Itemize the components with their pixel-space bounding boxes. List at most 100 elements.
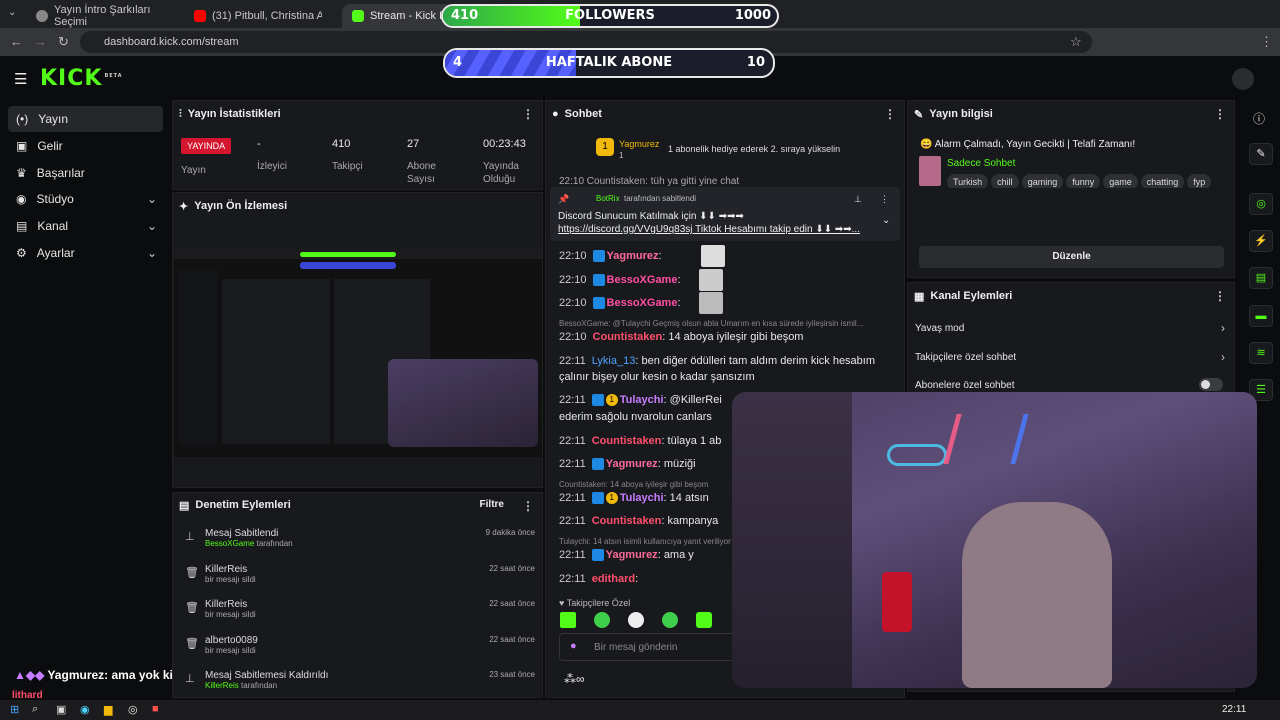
kebab-icon[interactable]: ⋮ bbox=[1214, 107, 1226, 121]
chat-message[interactable]: 22:10 Yagmurez: bbox=[559, 245, 725, 267]
broadcast-icon[interactable]: ≋ bbox=[1249, 342, 1273, 364]
tag[interactable]: gaming bbox=[1021, 174, 1064, 188]
sidebar-item-gelir[interactable]: ▣ Gelir bbox=[8, 133, 163, 159]
chat-settings-icon[interactable]: ⁂∞ bbox=[564, 672, 585, 686]
record-icon[interactable]: ◎ bbox=[1249, 193, 1273, 215]
tag[interactable]: game bbox=[1103, 174, 1138, 188]
emote-button[interactable] bbox=[628, 612, 644, 628]
subs-only-toggle[interactable] bbox=[1199, 378, 1223, 391]
app-icon[interactable]: ■ bbox=[152, 703, 159, 715]
kebab-icon[interactable]: ⋮ bbox=[880, 194, 889, 205]
reply-context: Tulaychi: 14 atsın isimli kullanıcıya ya… bbox=[559, 537, 731, 546]
emote-button[interactable] bbox=[696, 612, 712, 628]
tag[interactable]: chatting bbox=[1140, 174, 1185, 188]
kebab-icon[interactable]: ⋮ bbox=[884, 107, 896, 121]
chat-message[interactable]: 22:10 BessoXGame: bbox=[559, 292, 723, 314]
kebab-icon[interactable]: ⋮ bbox=[522, 499, 534, 513]
browser-tab-2[interactable]: (31) Pitbull, Christina Aguil... bbox=[184, 4, 339, 28]
kick-favicon-icon bbox=[352, 10, 364, 22]
tag[interactable]: funny bbox=[1066, 174, 1101, 188]
browser-tab-3[interactable]: Stream - Kick Dashboa... bbox=[342, 4, 452, 28]
broadcast-icon: (•) bbox=[16, 112, 29, 126]
slow-mode-row[interactable]: Yavaş mod › bbox=[915, 321, 1225, 335]
document-icon[interactable]: ▤ bbox=[1249, 267, 1273, 289]
kebab-icon[interactable]: ⋮ bbox=[1214, 289, 1226, 303]
chat-input[interactable]: ● Bir mesaj gönderin bbox=[559, 633, 739, 661]
moderation-panel: ▤ Denetim Eylemleri Filtre ⋮ bbox=[172, 492, 543, 698]
browser-tab-1[interactable]: Yayın İntro Şarkıları Seçimi bbox=[26, 4, 181, 28]
followers-only-row[interactable]: Takipçilere özel sohbet › bbox=[915, 350, 1225, 364]
emote-image bbox=[699, 292, 723, 314]
sidebar-item-studyo[interactable]: ◉ Stüdyo ⌄ bbox=[8, 186, 163, 212]
emote-button[interactable] bbox=[594, 612, 610, 628]
chat-message[interactable]: 22:11 Countistaken: kampanya bbox=[559, 514, 718, 528]
chat-partial-line: 22:10 Countistaken: tüh ya gitti yine ch… bbox=[559, 176, 740, 187]
category-link[interactable]: Sadece Sohbet bbox=[947, 158, 1015, 169]
emote-image bbox=[701, 245, 725, 267]
info-icon[interactable]: ⓘ bbox=[1253, 110, 1265, 127]
chat-message[interactable]: 22:11 Yagmurez: ama y bbox=[559, 548, 694, 562]
sidebar-item-yayin[interactable]: (•) Yayın bbox=[8, 106, 163, 132]
explorer-icon[interactable]: ▆ bbox=[104, 703, 112, 716]
reply-context: BessoXGame: @Tulaychi Geçmiş olsun abla … bbox=[559, 319, 864, 328]
chat-message[interactable]: 22:11 Yagmurez: müziği bbox=[559, 457, 696, 471]
chat-message[interactable]: 22:11 Countistaken: tülaya 1 ab bbox=[559, 434, 721, 448]
chat-message[interactable]: 22:11 Lykia_13: ben diğer ödülleri tam al… bbox=[559, 354, 875, 368]
sidebar-item-basarilar[interactable]: ♛ Başarılar bbox=[8, 160, 163, 186]
browser-menu-icon[interactable]: ⋮ bbox=[1260, 34, 1273, 50]
emote-bar bbox=[560, 612, 720, 630]
pencil-icon: ✎ bbox=[914, 108, 924, 121]
chat-message[interactable]: 22:10 Countistaken: 14 aboya iyileşir gib… bbox=[559, 330, 803, 344]
chat-message[interactable]: 22:10 BessoXGame: bbox=[559, 269, 723, 291]
taskbar-clock: 22:11 bbox=[1222, 704, 1247, 715]
search-icon[interactable]: ⌕ bbox=[32, 703, 38, 716]
playstation-neon-sign bbox=[887, 444, 947, 466]
channel-actions-header: ▦ Kanal Eylemleri ⋮ bbox=[914, 289, 1226, 303]
chevron-down-icon: ⌄ bbox=[146, 192, 157, 206]
hamburger-menu-icon[interactable]: ☰ bbox=[14, 70, 27, 88]
microphone-icon[interactable]: ● bbox=[570, 640, 577, 652]
microphone-shape bbox=[882, 572, 912, 632]
kebab-icon[interactable]: ⋮ bbox=[522, 107, 534, 121]
pin-action-icon[interactable]: ⊥ bbox=[854, 194, 862, 205]
chat-message[interactable]: 22:11 1 Tulaychi: @KillerRei bbox=[559, 393, 722, 407]
lightning-icon[interactable]: ⚡ bbox=[1249, 230, 1273, 252]
preview-video[interactable] bbox=[174, 249, 542, 457]
sidebar-item-ayarlar[interactable]: ⚙ Ayarlar ⌄ bbox=[8, 240, 163, 266]
tag[interactable]: fyp bbox=[1187, 174, 1212, 188]
top-gifter-name[interactable]: Yagmurez bbox=[619, 139, 659, 149]
tag[interactable]: Turkish bbox=[947, 174, 989, 188]
edge-icon[interactable]: ◉ bbox=[80, 703, 90, 716]
channel-actions-icon: ▦ bbox=[914, 290, 925, 303]
chat-message[interactable]: 22:11 edithard: bbox=[559, 572, 638, 586]
avatar[interactable] bbox=[1232, 68, 1254, 90]
filter-button[interactable]: Filtre bbox=[480, 499, 504, 510]
top-gifter-count: 1 bbox=[619, 151, 624, 160]
edit-stream-info-button[interactable]: Düzenle bbox=[919, 246, 1224, 268]
chevron-down-icon[interactable]: ⌄ bbox=[882, 215, 890, 226]
kick-logo[interactable]: KICK BETA bbox=[40, 66, 123, 91]
emote-button[interactable] bbox=[662, 612, 678, 628]
bookmark-star-icon[interactable]: ☆ bbox=[1070, 34, 1082, 50]
emote-button[interactable] bbox=[560, 612, 576, 628]
back-icon[interactable]: ← bbox=[10, 34, 23, 49]
chat-message[interactable]: 22:11 1 Tulaychi: 14 atsın bbox=[559, 491, 709, 505]
sidebar-item-kanal[interactable]: ▤ Kanal ⌄ bbox=[8, 213, 163, 239]
channel-icon: ▤ bbox=[16, 219, 28, 233]
chat-icon: ● bbox=[552, 108, 559, 120]
chat-bubble-icon[interactable]: ▬ bbox=[1249, 305, 1273, 327]
pencil-icon[interactable]: ✎ bbox=[1249, 143, 1273, 165]
tag-list: Turkish chill gaming funny game chatting fyp bbox=[947, 174, 1227, 188]
pin-icon: 📌 bbox=[558, 194, 570, 204]
windows-start-icon[interactable]: ⊞ bbox=[10, 703, 19, 716]
chrome-icon[interactable]: ◎ bbox=[128, 703, 138, 716]
emote-image bbox=[699, 269, 723, 291]
mod-action-row: ⊥ Mesaj Sabitlendi BessoXGame tarafından… bbox=[185, 528, 535, 548]
task-view-icon[interactable]: ▣ bbox=[56, 703, 66, 716]
trash-icon: 🗑 bbox=[185, 638, 199, 650]
tag[interactable]: chill bbox=[991, 174, 1019, 188]
subs-only-row: Abonelere özel sohbet bbox=[915, 378, 1225, 391]
forward-icon[interactable]: → bbox=[34, 34, 47, 49]
reload-icon[interactable]: ↻ bbox=[58, 34, 69, 50]
tab-search-icon[interactable]: ⌄ bbox=[8, 7, 16, 18]
